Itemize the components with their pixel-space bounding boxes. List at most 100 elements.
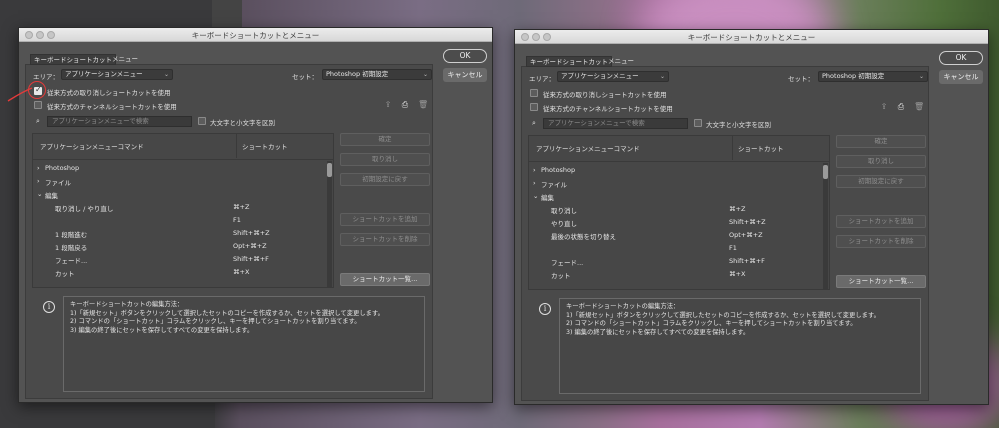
chevron-down-icon: ⌄ <box>163 71 169 78</box>
row-shortcut[interactable]: __ <box>233 281 240 287</box>
annotation-arrow <box>7 87 33 102</box>
case-sensitive-checkbox[interactable] <box>694 119 702 127</box>
save-set-icon[interactable]: ⇪ <box>383 100 393 109</box>
row-shortcut[interactable]: F1 <box>729 244 737 252</box>
new-set-icon[interactable]: ⎙ <box>896 102 906 111</box>
column-header-command: アプリケーションメニューコマンド <box>536 145 640 153</box>
chevron-down-icon[interactable]: ⌄ <box>533 192 538 200</box>
row-command: Photoshop <box>45 164 80 172</box>
shortcut-table: アプリケーションメニューコマンド ショートカット › Photoshop › ファイル… <box>528 135 830 290</box>
header-divider <box>529 161 829 162</box>
table-row[interactable]: カット ⌘+X <box>33 266 323 278</box>
keyboard-shortcuts-dialog-left: キーボードショートカットとメニュー キーボードショートカット メニュー エリア：… <box>18 27 493 403</box>
row-shortcut[interactable]: ⌘+X <box>233 268 249 276</box>
chevron-right-icon[interactable]: › <box>533 179 536 187</box>
trash-icon[interactable]: 🗑 <box>418 100 428 109</box>
row-shortcut[interactable]: Shift+⌘+Z <box>729 218 766 226</box>
chevron-down-icon[interactable]: ⌄ <box>37 190 42 198</box>
row-shortcut[interactable]: ⌘+Z <box>729 205 745 213</box>
table-row[interactable]: フェード... Shift+⌘+F <box>33 253 323 265</box>
save-set-icon[interactable]: ⇪ <box>879 102 889 111</box>
table-row[interactable]: 1 段階戻る Opt+⌘+Z <box>33 240 323 252</box>
chevron-right-icon[interactable]: › <box>37 164 40 172</box>
row-shortcut[interactable]: ⌘+Z <box>233 203 249 211</box>
table-row[interactable]: › ファイル <box>33 175 323 187</box>
reset-defaults-button[interactable]: 初期設定に戻す <box>836 175 926 188</box>
tab-menus[interactable]: メニュー <box>605 56 637 67</box>
table-row[interactable]: カット ⌘+X <box>529 268 819 280</box>
tab-keyboard-shortcuts[interactable]: キーボードショートカット <box>30 54 116 65</box>
table-row[interactable]: 最後の状態を切り替え Opt+⌘+Z <box>529 229 819 241</box>
row-shortcut[interactable]: F1 <box>233 216 241 224</box>
table-row[interactable]: やり直し Shift+⌘+Z <box>529 216 819 228</box>
help-text-line: 2) コマンドの「ショートカット」コラムをクリックし、キーを押してショートカット… <box>566 320 857 327</box>
table-row[interactable]: › Photoshop <box>529 164 819 176</box>
summarize-button[interactable]: ショートカット一覧... <box>340 273 430 286</box>
chevron-down-icon: ⌄ <box>422 71 428 78</box>
row-shortcut[interactable]: Shift+⌘+Z <box>233 229 270 237</box>
trash-icon[interactable]: 🗑 <box>914 102 924 111</box>
row-command: 取り消し <box>551 207 577 215</box>
set-select[interactable]: Photoshop 初期設定 ⌄ <box>322 69 432 80</box>
row-shortcut[interactable]: Opt+⌘+Z <box>233 242 267 250</box>
set-select-value: Photoshop 初期設定 <box>822 72 885 80</box>
row-command: フェード... <box>551 259 584 267</box>
table-row[interactable]: 取り消し ⌘+Z <box>529 203 819 215</box>
undo-button[interactable]: 取り消し <box>340 153 430 166</box>
table-row[interactable]: F1 <box>529 242 819 254</box>
table-row[interactable]: 取り消し / やり直し ⌘+Z <box>33 201 323 213</box>
chevron-right-icon[interactable]: › <box>37 177 40 185</box>
accept-button[interactable]: 確定 <box>340 133 430 146</box>
help-text-line: 3) 編集の終了後にセットを保存してすべての変更を保持します。 <box>566 328 750 336</box>
table-row[interactable]: F1 <box>33 214 323 226</box>
title-bar: キーボードショートカットとメニュー <box>19 28 492 42</box>
delete-shortcut-button[interactable]: ショートカットを削除 <box>340 233 430 246</box>
set-select[interactable]: Photoshop 初期設定 ⌄ <box>818 71 928 82</box>
case-sensitive-checkbox[interactable] <box>198 117 206 125</box>
scrollbar[interactable] <box>327 161 332 287</box>
delete-shortcut-button[interactable]: ショートカットを削除 <box>836 235 926 248</box>
tab-keyboard-shortcuts[interactable]: キーボードショートカット <box>526 56 612 67</box>
add-shortcut-button[interactable]: ショートカットを追加 <box>340 213 430 226</box>
cancel-button[interactable]: キャンセル <box>443 68 487 82</box>
undo-button[interactable]: 取り消し <box>836 155 926 168</box>
summarize-button[interactable]: ショートカット一覧... <box>836 275 926 288</box>
search-input[interactable]: アプリケーションメニューで検索 <box>47 116 192 127</box>
chevron-down-icon: ⌄ <box>659 73 665 80</box>
accept-button[interactable]: 確定 <box>836 135 926 148</box>
row-shortcut[interactable]: Shift+⌘+F <box>729 257 765 265</box>
search-input[interactable]: アプリケーションメニューで検索 <box>543 118 688 129</box>
table-row[interactable]: › ファイル <box>529 177 819 189</box>
table-row[interactable]: __ <box>33 279 323 287</box>
table-row[interactable]: › Photoshop <box>33 162 323 174</box>
area-select[interactable]: アプリケーションメニュー ⌄ <box>557 71 669 82</box>
help-text-line: 2) コマンドの「ショートカット」コラムをクリックし、キーを押してショートカット… <box>70 318 361 325</box>
row-command: やり直し <box>551 220 577 228</box>
scrollbar-thumb[interactable] <box>823 165 828 179</box>
table-row[interactable]: ⌄ 編集 <box>529 190 819 202</box>
tab-menus[interactable]: メニュー <box>109 54 141 65</box>
table-row[interactable]: 1 段階進む Shift+⌘+Z <box>33 227 323 239</box>
ok-button[interactable]: OK <box>443 49 487 63</box>
cancel-button[interactable]: キャンセル <box>939 70 983 84</box>
row-command: カット <box>55 270 75 278</box>
row-shortcut[interactable]: Shift+⌘+F <box>233 255 269 263</box>
row-shortcut[interactable]: Opt+⌘+Z <box>729 231 763 239</box>
area-select[interactable]: アプリケーションメニュー ⌄ <box>61 69 173 80</box>
chevron-right-icon[interactable]: › <box>533 166 536 174</box>
scrollbar[interactable] <box>823 163 828 289</box>
ok-button[interactable]: OK <box>939 51 983 65</box>
title-bar: キーボードショートカットとメニュー <box>515 30 988 44</box>
legacy-undo-checkbox[interactable] <box>530 89 538 97</box>
help-text-line: キーボードショートカットの編集方法： <box>566 303 680 310</box>
scrollbar-thumb[interactable] <box>327 163 332 177</box>
row-command: ファイル <box>45 179 71 187</box>
new-set-icon[interactable]: ⎙ <box>400 100 410 109</box>
row-shortcut[interactable]: ⌘+X <box>729 270 745 278</box>
add-shortcut-button[interactable]: ショートカットを追加 <box>836 215 926 228</box>
reset-defaults-button[interactable]: 初期設定に戻す <box>340 173 430 186</box>
legacy-channel-checkbox[interactable] <box>530 103 538 111</box>
table-row[interactable]: フェード... Shift+⌘+F <box>529 255 819 267</box>
row-command: 最後の状態を切り替え <box>551 233 616 241</box>
table-row[interactable]: ⌄ 編集 <box>33 188 323 200</box>
